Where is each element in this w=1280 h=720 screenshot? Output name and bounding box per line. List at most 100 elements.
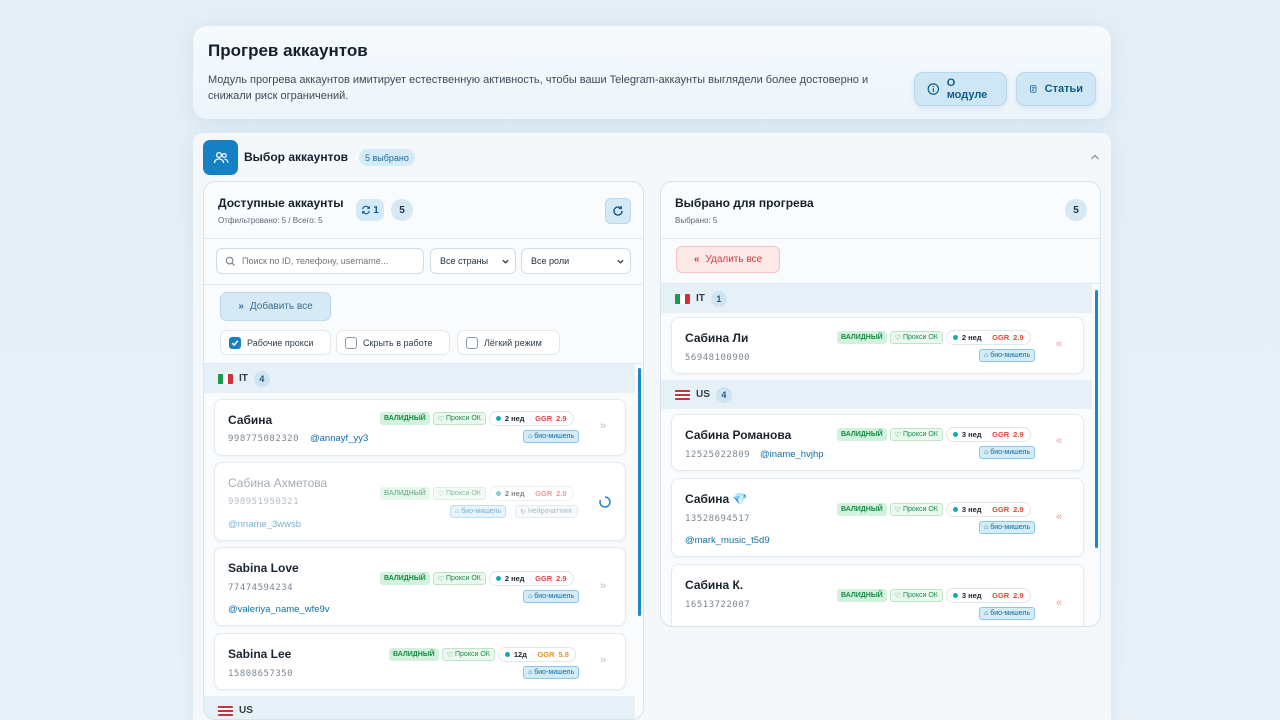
checkbox-icon[interactable] <box>345 336 357 349</box>
ggr-label: GGR <box>992 505 1010 514</box>
account-username: @annayf_yy3 <box>310 433 369 444</box>
account-name: Sabina Love <box>228 561 299 575</box>
dot-icon <box>952 335 958 340</box>
double-chevron-left-icon[interactable]: « <box>1056 511 1062 523</box>
account-card[interactable]: Сабина 💎 13528694517 @mark_music_t5d9 ВА… <box>671 478 1084 557</box>
account-phone: 12525022809 <box>685 450 751 460</box>
group-header-it: IT 1 <box>661 284 1092 313</box>
account-name: Сабина Ахметова <box>228 476 328 490</box>
about-module-label: О модуле <box>946 77 988 101</box>
double-chevron-left-icon[interactable]: « <box>1056 338 1062 350</box>
selection-title: Выбор аккаунтов <box>244 150 349 164</box>
account-card[interactable]: Sabina Lee 15808657350 ВАЛИДНЫЙ ♡ Прокси … <box>214 633 626 690</box>
double-chevron-left-icon: « <box>693 254 700 265</box>
proxy-badge: ♡ Прокси ОК <box>889 503 943 516</box>
add-all-button[interactable]: » Добавить все <box>220 292 331 321</box>
shield-icon: ♡ <box>437 490 444 498</box>
group-header-us: US 4 <box>661 380 1092 409</box>
double-chevron-right-icon[interactable]: » <box>600 420 606 432</box>
account-card[interactable]: Сабина Ли 56948100900 ВАЛИДНЫЙ ♡ Прокси О… <box>671 317 1084 374</box>
account-card[interactable]: Сабина 998775082320 @annayf_yy3 ВАЛИДНЫЙ… <box>214 399 626 456</box>
ggr-value: 5.8 <box>558 650 569 659</box>
account-phone: 77474594234 <box>228 583 294 593</box>
double-chevron-right-icon[interactable]: » <box>600 654 606 666</box>
filter-light-mode[interactable]: Лёгкий режим <box>457 330 560 355</box>
status-badge: ВАЛИДНЫЙ <box>380 412 430 425</box>
available-subtitle: Отфильтровано: 5 / Всего: 5 <box>218 216 323 225</box>
ggr-value: 2.9 <box>1013 430 1024 439</box>
double-chevron-left-icon[interactable]: « <box>1056 597 1062 609</box>
sync-icon <box>362 205 371 215</box>
status-badge: ВАЛИДНЫЙ <box>389 648 439 661</box>
proxy-label: Прокси ОК <box>446 490 481 497</box>
available-accounts-panel: Доступные аккаунты Отфильтровано: 5 / Вс… <box>203 181 644 720</box>
role-badge: ⌂ био-мишель <box>450 505 507 518</box>
age-value: 2 нед <box>504 574 525 583</box>
role-badge: ⌂ био-мишель <box>979 521 1036 534</box>
account-phone: 56948100900 <box>685 353 751 363</box>
age-value: 3 нед <box>961 591 982 600</box>
age-value: 3 нед <box>961 430 982 439</box>
status-badge: ВАЛИДНЫЙ <box>837 589 887 602</box>
tag-icon: ⌂ <box>984 352 989 359</box>
account-card[interactable]: Сабина Романова 12525022809 @iname_hvjhp… <box>671 414 1084 471</box>
proxy-badge: ♡ Прокси ОК <box>889 331 943 344</box>
account-name-text: Сабина <box>685 492 730 506</box>
gem-icon: 💎 <box>732 492 748 506</box>
account-card[interactable]: Сабина К. 16513722007 ВАЛИДНЫЙ ♡ Прокси О… <box>671 564 1084 626</box>
articles-button[interactable]: Статьи <box>1016 72 1096 106</box>
account-phone: 998951950321 <box>228 497 300 507</box>
account-username: @iname_hvjhp <box>760 449 824 460</box>
filter-working-proxy[interactable]: Рабочие прокси <box>220 330 331 355</box>
account-name: Сабина <box>228 413 273 427</box>
sync-badge[interactable]: 1 <box>356 199 384 221</box>
dot-icon <box>952 432 958 437</box>
role-select-value: Все роли <box>531 256 570 266</box>
role-badge: ⌂ био-мишель <box>979 607 1036 620</box>
proxy-badge: ♡ Прокси ОК <box>441 648 495 661</box>
account-card[interactable]: Сабина Ахметова 998951950321 @nname_3wws… <box>214 462 626 541</box>
selected-accounts-panel: Выбрано для прогрева Выбрано: 5 5 « Удал… <box>660 181 1101 627</box>
account-card[interactable]: Sabina Love 77474594234 @valeriya_name_w… <box>214 547 626 626</box>
ggr-label: GGR <box>535 489 553 498</box>
role-select[interactable]: Все роли <box>521 248 631 274</box>
ggr-value: 2.9 <box>556 574 567 583</box>
status-badge: ВАЛИДНЫЙ <box>837 331 887 344</box>
role-label: био-мишель <box>990 610 1031 617</box>
dot-icon <box>495 416 501 421</box>
account-name: Sabina Lee <box>228 647 292 661</box>
checkbox-icon[interactable] <box>466 336 478 349</box>
chevron-up-icon[interactable] <box>1089 151 1101 163</box>
us-flag-icon <box>218 705 233 716</box>
account-phone: 13528694517 <box>685 514 751 524</box>
account-username: @mark_music_t5d9 <box>685 535 770 546</box>
search-input[interactable] <box>216 248 424 274</box>
tag-icon: ⌂ <box>984 524 989 531</box>
ggr-value: 2.9 <box>1013 591 1024 600</box>
double-chevron-right-icon[interactable]: » <box>600 580 606 592</box>
proxy-label: Прокси ОК <box>446 415 481 422</box>
search-field[interactable] <box>242 256 412 266</box>
proxy-label: Прокси ОК <box>903 431 938 438</box>
age-ggr-badge: 2 нед · GGR 2.9 <box>488 411 574 426</box>
checkbox-checked-icon[interactable] <box>229 336 241 349</box>
refresh-icon <box>613 206 623 216</box>
delete-all-button[interactable]: « Удалить все <box>676 246 780 273</box>
group-country: US <box>696 389 710 400</box>
country-select[interactable]: Все страны <box>430 248 516 274</box>
role-label: био-мишель <box>534 669 575 676</box>
dot-icon <box>495 576 501 581</box>
role-badge: ⌂ био-мишель <box>523 666 580 679</box>
scrollbar[interactable] <box>638 368 641 616</box>
page-title: Прогрев аккаунтов <box>208 41 368 60</box>
italy-flag-icon <box>218 373 233 384</box>
double-chevron-left-icon[interactable]: « <box>1056 435 1062 447</box>
scrollbar[interactable] <box>1095 290 1098 548</box>
refresh-button[interactable] <box>605 198 631 224</box>
dot-icon <box>952 507 958 512</box>
ggr-value: 2.9 <box>556 489 567 498</box>
about-module-button[interactable]: О модуле <box>914 72 1007 106</box>
status-badge: ВАЛИДНЫЙ <box>380 487 430 500</box>
filter-hide-in-work[interactable]: Скрыть в работе <box>336 330 450 355</box>
group-header-us: US <box>204 696 635 719</box>
